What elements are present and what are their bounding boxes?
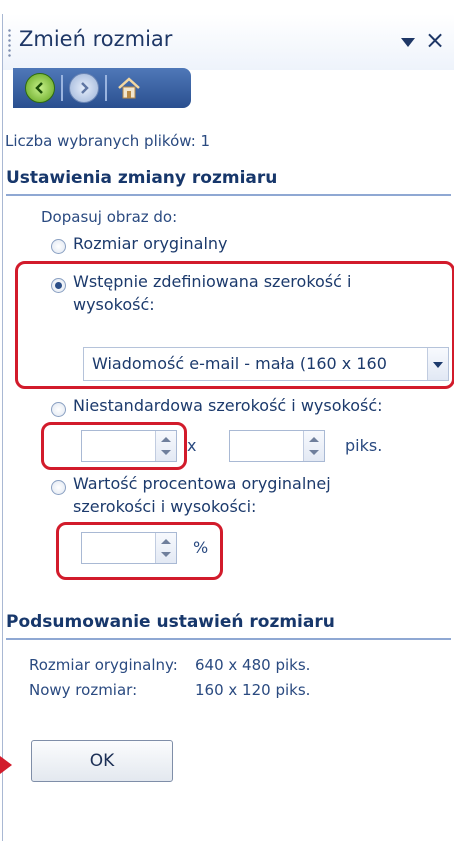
fit-label: Dopasuj obraz do: (41, 208, 178, 226)
resize-task-pane: Zmień rozmiar × Liczba wybranych plików:… (2, 14, 454, 841)
summary-new-value: 160 x 120 piks. (195, 681, 311, 699)
highlight-percentage (56, 522, 223, 580)
custom-size-separator: x (187, 436, 197, 455)
highlight-custom-width (41, 422, 187, 470)
pixels-unit: piks. (345, 436, 383, 455)
pane-titlebar: Zmień rozmiar × (3, 14, 454, 70)
back-icon[interactable] (25, 73, 55, 103)
summary-divider (6, 638, 451, 640)
radio-custom-size[interactable] (51, 402, 66, 417)
summary-original-value: 640 x 480 piks. (195, 656, 311, 674)
home-icon[interactable] (115, 74, 143, 102)
selected-files-count: Liczba wybranych plików: 1 (5, 132, 211, 150)
summary-original-label: Rozmiar oryginalny: (29, 656, 178, 674)
radio-percentage-label-line2[interactable]: szerokości i wysokości: (73, 497, 256, 517)
nav-separator (105, 75, 107, 101)
radio-original-size-label[interactable]: Rozmiar oryginalny (73, 234, 228, 254)
height-spin-buttons[interactable] (303, 431, 324, 461)
forward-icon[interactable] (69, 73, 99, 103)
summary-heading: Podsumowanie ustawień rozmiaru (6, 612, 335, 632)
close-icon[interactable]: × (425, 26, 445, 54)
radio-custom-size-label[interactable]: Niestandardowa szerokość i wysokość: (73, 396, 383, 416)
navigation-bar (13, 68, 191, 108)
radio-percentage[interactable] (51, 480, 66, 495)
pane-menu-dropdown-icon[interactable] (401, 38, 415, 47)
highlight-predefined (15, 261, 454, 389)
ok-button[interactable]: OK (31, 740, 173, 782)
height-spinner[interactable] (229, 430, 325, 462)
pointer-arrow-icon (0, 756, 12, 774)
pane-title: Zmień rozmiar (19, 27, 173, 51)
grip-handle[interactable] (8, 28, 11, 58)
summary-new-label: Nowy rozmiar: (29, 681, 138, 699)
radio-original-size[interactable] (51, 239, 66, 254)
settings-divider (6, 194, 451, 196)
settings-heading: Ustawienia zmiany rozmiaru (6, 168, 278, 188)
nav-separator (61, 75, 63, 101)
radio-percentage-label-line1[interactable]: Wartość procentowa oryginalnej (73, 474, 331, 494)
